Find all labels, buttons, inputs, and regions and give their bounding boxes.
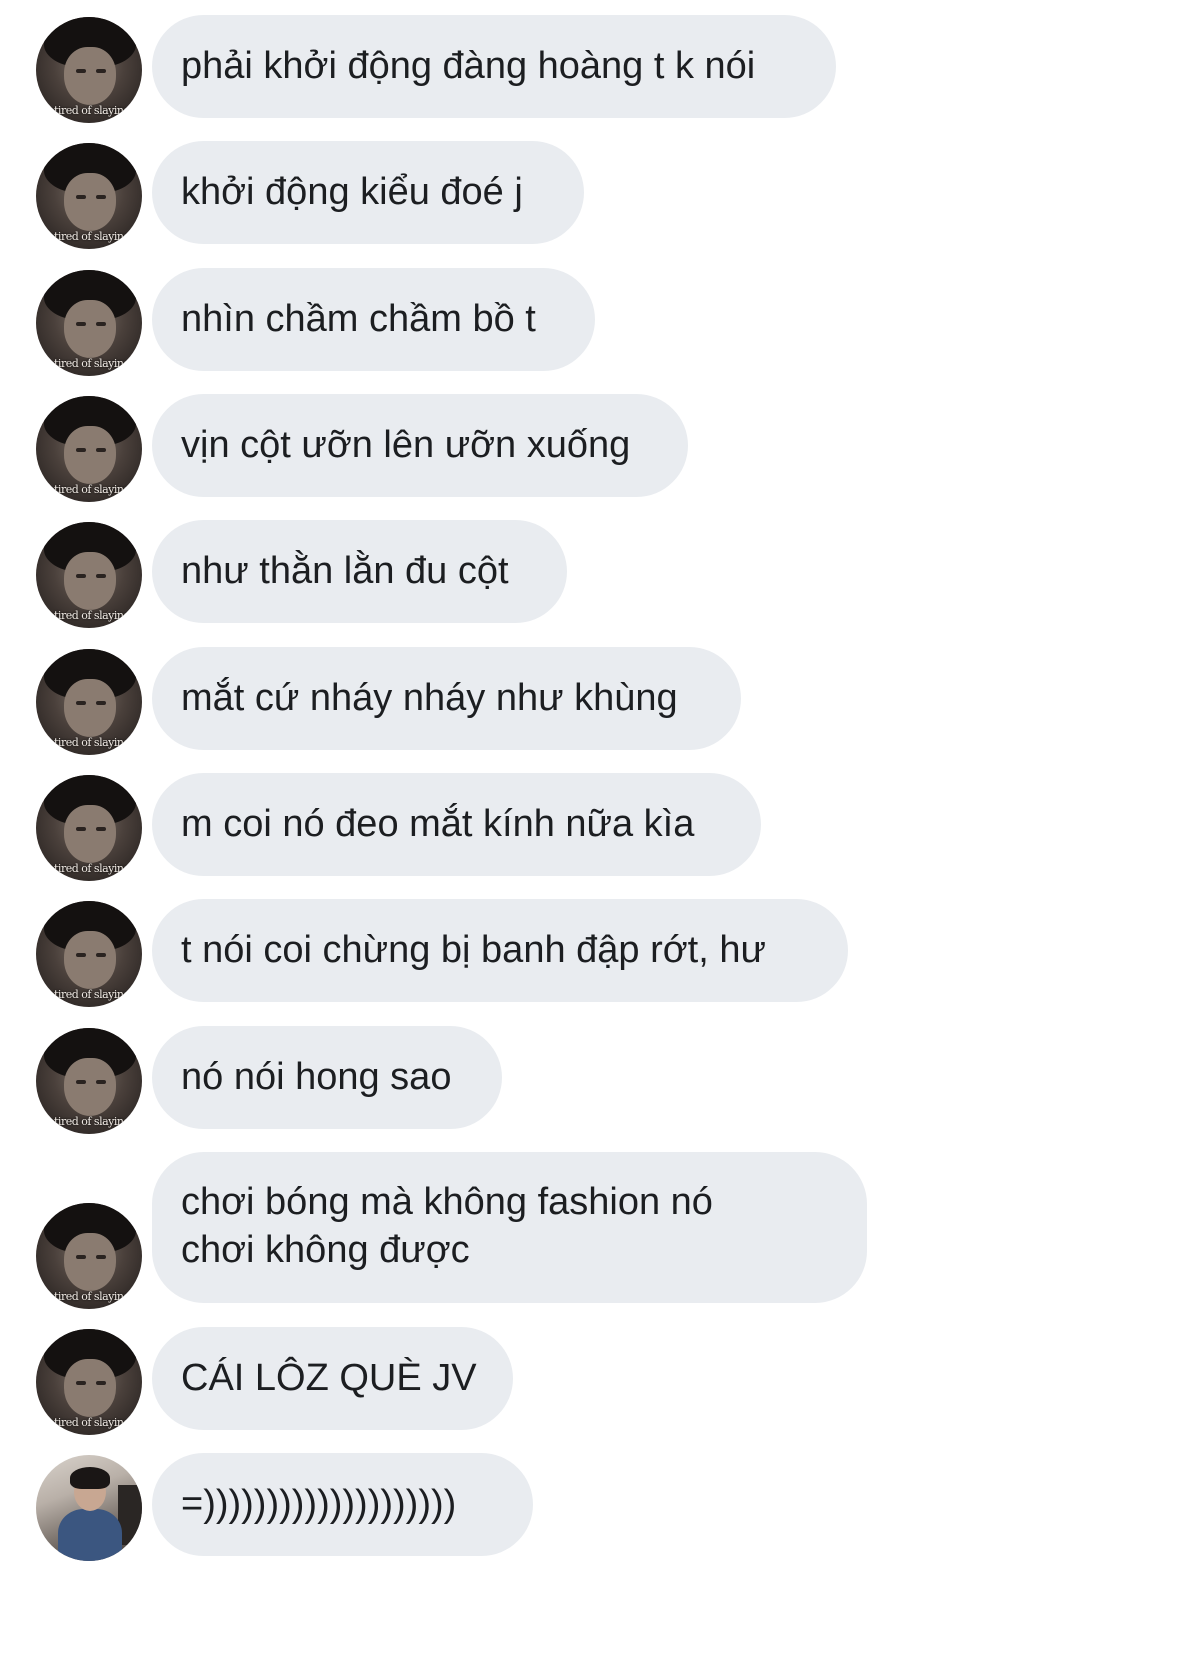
message-text: t nói coi chừng bị banh đập rớt, hư — [181, 929, 766, 971]
message-text: vịn cột ưỡn lên ưỡn xuống — [181, 424, 631, 466]
message-text: CÁI LÔZ QUÈ JV — [181, 1357, 477, 1399]
message-bubble[interactable]: nó nói hong sao — [152, 1026, 502, 1129]
friend-avatar-icon[interactable]: tired of slaying — [36, 901, 142, 1007]
chat-thread: tired of slaying phải khởi động đàng hoà… — [0, 0, 1179, 1675]
friend-avatar-icon[interactable]: tired of slaying — [36, 143, 142, 249]
friend-avatar-icon[interactable]: tired of slaying — [36, 649, 142, 755]
message-text: phải khởi động đàng hoàng t k nói — [181, 45, 756, 87]
friend-avatar-icon[interactable]: tired of slaying — [36, 1028, 142, 1134]
message-text: mắt cứ nháy nháy như khùng — [181, 677, 678, 719]
message-bubble[interactable]: m coi nó đeo mắt kính nữa kìa — [152, 773, 761, 876]
friend-avatar-icon[interactable]: tired of slaying — [36, 522, 142, 628]
message-text-line: chơi bóng mà không fashion nó — [181, 1181, 713, 1223]
avatar-caption: tired of slaying — [54, 104, 131, 117]
friend-avatar-icon[interactable]: tired of slaying — [36, 775, 142, 881]
avatar-caption: tired of slaying — [54, 862, 131, 875]
friend-avatar-icon[interactable]: tired of slaying — [36, 270, 142, 376]
avatar-caption: tired of slaying — [54, 609, 131, 622]
message-text: như thằn lằn đu cột — [181, 550, 509, 592]
message-bubble[interactable]: =)))))))))))))))))))) — [152, 1453, 533, 1556]
friend-avatar-icon[interactable]: tired of slaying — [36, 1203, 142, 1309]
avatar-caption: tired of slaying — [54, 1115, 131, 1128]
friend-avatar-icon[interactable]: tired of slaying — [36, 396, 142, 502]
message-text: m coi nó đeo mắt kính nữa kìa — [181, 803, 695, 845]
message-text: nhìn chầm chầm bồ t — [181, 298, 536, 340]
avatar-caption: tired of slaying — [54, 1416, 131, 1429]
message-bubble[interactable]: khởi động kiểu đoé j — [152, 141, 584, 244]
message-bubble[interactable]: như thằn lằn đu cột — [152, 520, 567, 623]
message-bubble[interactable]: t nói coi chừng bị banh đập rớt, hư — [152, 899, 848, 1002]
avatar-caption: tired of slaying — [54, 736, 131, 749]
avatar-caption: tired of slaying — [54, 1290, 131, 1303]
message-bubble[interactable]: vịn cột ưỡn lên ưỡn xuống — [152, 394, 688, 497]
avatar-caption: tired of slaying — [54, 357, 131, 370]
avatar-caption: tired of slaying — [54, 230, 131, 243]
friend-avatar-icon[interactable]: tired of slaying — [36, 1329, 142, 1435]
message-text: nó nói hong sao — [181, 1056, 452, 1098]
message-bubble[interactable]: CÁI LÔZ QUÈ JV — [152, 1327, 513, 1430]
message-bubble[interactable]: chơi bóng mà không fashion nó chơi không… — [152, 1152, 867, 1303]
avatar-caption: tired of slaying — [54, 483, 131, 496]
second-friend-avatar-icon[interactable] — [36, 1455, 142, 1561]
message-text: =)))))))))))))))))))) — [181, 1483, 457, 1525]
avatar-caption: tired of slaying — [54, 988, 131, 1001]
message-bubble[interactable]: mắt cứ nháy nháy như khùng — [152, 647, 741, 750]
friend-avatar-icon[interactable]: tired of slaying — [36, 17, 142, 123]
message-bubble[interactable]: phải khởi động đàng hoàng t k nói — [152, 15, 836, 118]
message-text-line: chơi không được — [181, 1229, 470, 1271]
message-bubble[interactable]: nhìn chầm chầm bồ t — [152, 268, 595, 371]
message-text: khởi động kiểu đoé j — [181, 171, 523, 213]
